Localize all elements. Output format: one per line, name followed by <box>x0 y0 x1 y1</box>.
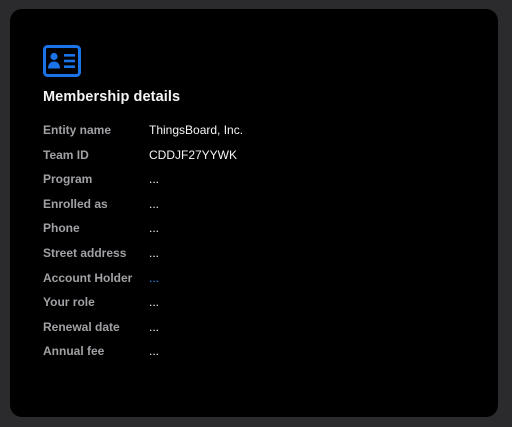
detail-value: ... <box>149 344 160 359</box>
detail-value: ThingsBoard, Inc. <box>149 123 244 137</box>
detail-value: CDDJF27YYWK <box>149 147 238 162</box>
detail-label: Team ID <box>43 147 89 162</box>
detail-value: ... <box>149 245 160 260</box>
detail-row-street-address: Street address ... <box>43 245 483 270</box>
detail-value: ... <box>149 196 160 211</box>
detail-label: Program <box>43 172 93 187</box>
membership-id-card-icon <box>43 45 81 77</box>
detail-row-your-role: Your role ... <box>43 294 483 319</box>
detail-label: Phone <box>43 221 80 236</box>
detail-row-team-id: Team ID CDDJF27YYWK <box>43 147 483 172</box>
detail-row-program: Program ... <box>43 171 483 196</box>
detail-row-renewal-date: Renewal date ... <box>43 319 483 344</box>
detail-label: Your role <box>43 295 95 310</box>
membership-details-title: Membership details <box>43 89 181 105</box>
detail-label: Account Holder <box>43 270 133 285</box>
detail-value: ... <box>149 295 160 310</box>
detail-label: Entity name <box>43 123 112 137</box>
detail-label: Street address <box>43 245 127 260</box>
account-holder-link[interactable]: ... <box>149 270 159 286</box>
membership-card: Membership details Entity name ThingsBoa… <box>10 9 498 417</box>
detail-label: Enrolled as <box>43 196 108 211</box>
detail-row-annual-fee: Annual fee ... <box>43 343 483 368</box>
detail-label: Annual fee <box>43 344 105 359</box>
detail-value: ... <box>149 319 160 334</box>
detail-row-account-holder: Account Holder ... <box>43 270 483 295</box>
detail-value: ... <box>149 221 160 236</box>
detail-label: Renewal date <box>43 319 120 334</box>
detail-row-phone: Phone ... <box>43 220 483 245</box>
detail-value: ... <box>149 172 160 187</box>
detail-row-enrolled-as: Enrolled as ... <box>43 196 483 221</box>
detail-row-entity-name: Entity name ThingsBoard, Inc. <box>43 122 483 147</box>
membership-details-list: Entity name ThingsBoard, Inc. Team ID CD… <box>43 122 483 368</box>
